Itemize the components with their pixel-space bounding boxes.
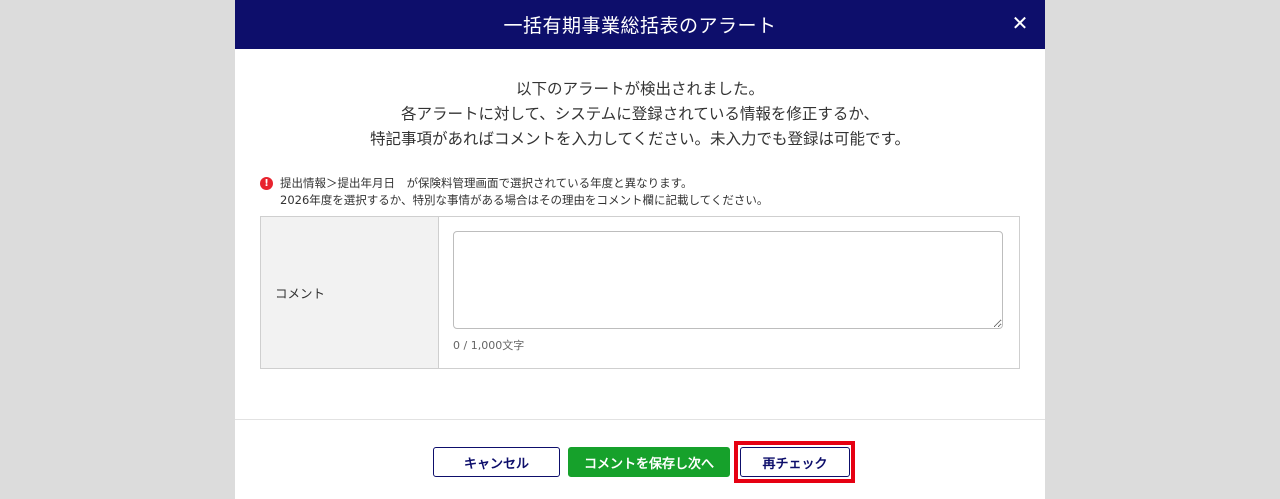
alert-modal: 一括有期事業総括表のアラート ✕ 以下のアラートが検出されました。 各アラートに… bbox=[235, 0, 1045, 499]
save-and-next-button[interactable]: コメントを保存し次へ bbox=[568, 447, 730, 477]
comment-textarea[interactable] bbox=[453, 231, 1003, 329]
modal-header: 一括有期事業総括表のアラート ✕ bbox=[235, 0, 1045, 49]
exclamation-circle-icon: ! bbox=[260, 177, 273, 190]
intro-line-1: 以下のアラートが検出されました。 bbox=[515, 80, 764, 98]
intro-message: 以下のアラートが検出されました。 各アラートに対して、システムに登録されている情… bbox=[235, 77, 1045, 152]
comment-label: コメント bbox=[261, 217, 439, 368]
char-counter: 0 / 1,000文字 bbox=[453, 339, 525, 352]
alert-text-line-2: 2026年度を選択するか、特別な事情がある場合はその理由をコメント欄に記載してく… bbox=[280, 193, 769, 207]
comment-table: コメント 0 / 1,000文字 bbox=[260, 216, 1020, 369]
alert-message: ! 提出情報＞提出年月日 が保険料管理画面で選択されている年度と異なります。 2… bbox=[260, 175, 1020, 209]
recheck-button[interactable]: 再チェック bbox=[740, 447, 850, 477]
comment-input-cell: 0 / 1,000文字 bbox=[439, 217, 1019, 368]
modal-title: 一括有期事業総括表のアラート bbox=[503, 15, 777, 37]
footer-divider bbox=[235, 419, 1045, 420]
cancel-button[interactable]: キャンセル bbox=[433, 447, 560, 477]
intro-line-3: 特記事項があればコメントを入力してください。未入力でも登録は可能です。 bbox=[369, 130, 911, 148]
close-icon[interactable]: ✕ bbox=[1009, 12, 1031, 34]
alert-text-line-1: 提出情報＞提出年月日 が保険料管理画面で選択されている年度と異なります。 bbox=[280, 176, 693, 190]
intro-line-2: 各アラートに対して、システムに登録されている情報を修正するか、 bbox=[400, 105, 880, 123]
